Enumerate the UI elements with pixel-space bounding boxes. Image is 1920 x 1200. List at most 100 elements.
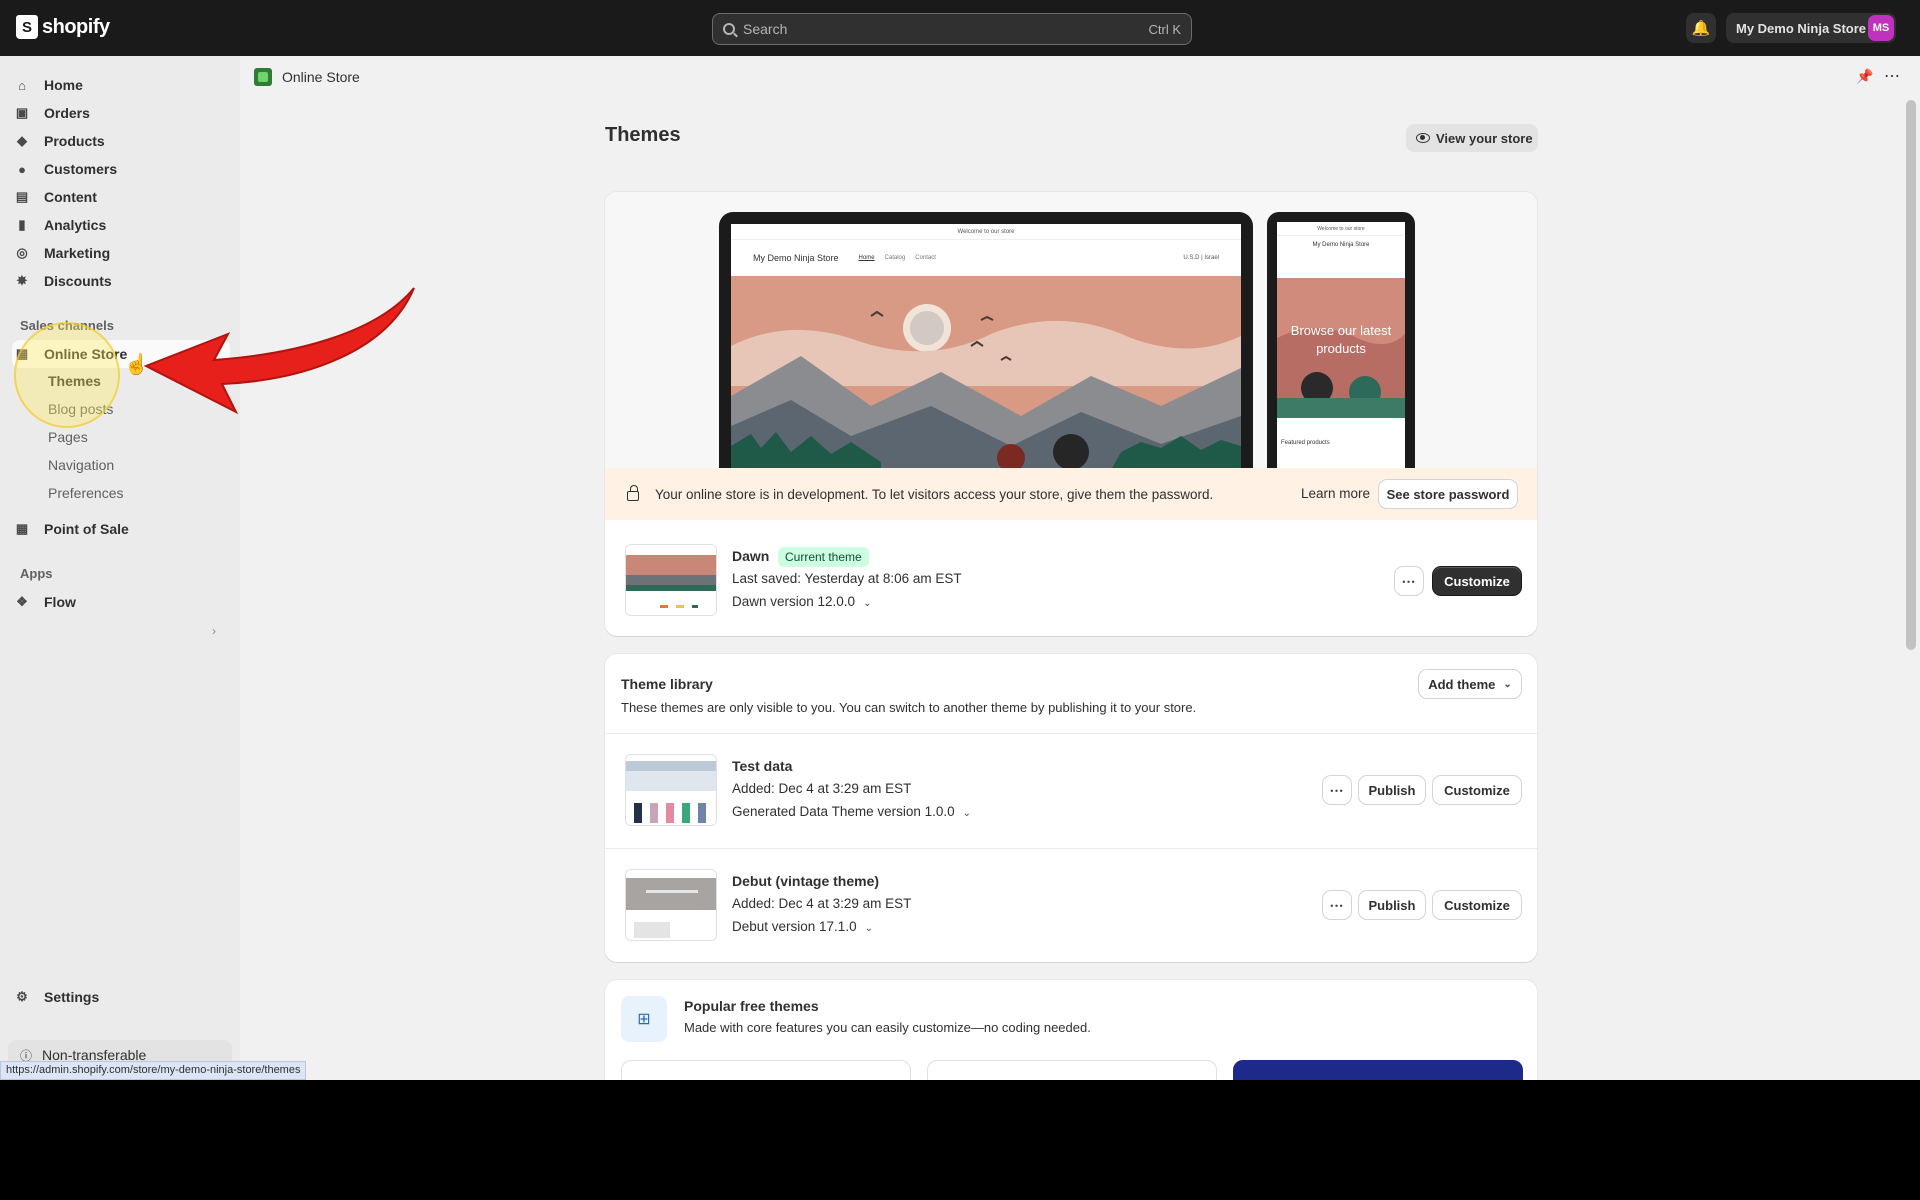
home-icon: ⌂ xyxy=(18,77,26,93)
sidebar-item-flow[interactable]: ❖ Flow xyxy=(14,589,224,615)
test-data-version-toggle[interactable]: Generated Data Theme version 1.0.0 ⌄ xyxy=(732,804,971,819)
theme-library-description: These themes are only visible to you. Yo… xyxy=(621,700,1197,715)
sidebar-item-label: Marketing xyxy=(44,245,111,261)
target-icon: ◎ xyxy=(16,245,28,260)
search-shortcut: Ctrl K xyxy=(1148,21,1182,37)
divider xyxy=(605,848,1537,849)
preview-link: Home xyxy=(858,255,875,261)
chevron-down-icon: ⌄ xyxy=(863,598,872,609)
view-store-button[interactable]: View your store xyxy=(1406,124,1538,152)
current-theme-version-toggle[interactable]: Dawn version 12.0.0 ⌄ xyxy=(732,594,871,609)
sidebar-item-content[interactable]: ▤ Content xyxy=(14,184,224,210)
sidebar-item-label: Flow xyxy=(44,594,76,610)
test-data-thumbnail[interactable] xyxy=(625,754,717,826)
learn-more-link[interactable]: Learn more xyxy=(1301,486,1370,501)
more-actions-icon[interactable]: ⋯ xyxy=(1884,66,1901,86)
red-arrow-annotation xyxy=(143,287,415,415)
popular-themes-title: Popular free themes xyxy=(684,998,819,1014)
phone-hero-image: Browse our latest products xyxy=(1277,278,1405,418)
sidebar-item-products[interactable]: ◆ Products xyxy=(14,128,224,154)
sidebar-item-settings[interactable]: ⚙ Settings xyxy=(14,984,224,1010)
debut-thumbnail[interactable] xyxy=(625,869,717,941)
see-store-password-button[interactable]: See store password xyxy=(1379,480,1517,508)
chevron-down-icon: ⌄ xyxy=(864,923,873,934)
online-store-icon xyxy=(254,68,272,86)
preview-currency: U.S.D | Israel xyxy=(1183,255,1219,261)
preview-link: Contact xyxy=(915,255,936,261)
test-data-more-button[interactable]: ⋯ xyxy=(1323,776,1351,804)
content-icon: ▤ xyxy=(15,189,29,204)
sidebar-sub-pages[interactable]: Pages xyxy=(48,426,88,448)
breadcrumb: Online Store xyxy=(240,56,1920,98)
page-title: Themes xyxy=(605,124,681,146)
sidebar-item-marketing[interactable]: ◎ Marketing xyxy=(14,240,224,266)
debut-customize-button[interactable]: Customize xyxy=(1433,891,1521,919)
phone-featured-label: Featured products xyxy=(1281,440,1330,446)
laptop-screen: Welcome to our store My Demo Ninja Store… xyxy=(731,224,1241,470)
top-bar: shopify Search Ctrl K 🔔 My Demo Ninja St… xyxy=(0,0,1920,56)
person-icon: ● xyxy=(18,161,26,177)
status-bar-url: https://admin.shopify.com/store/my-demo-… xyxy=(0,1061,307,1080)
laptop-preview: Welcome to our store My Demo Ninja Store… xyxy=(719,212,1253,470)
view-store-label: View your store xyxy=(1436,130,1533,146)
test-data-publish-button[interactable]: Publish xyxy=(1359,776,1425,804)
add-theme-button[interactable]: Add theme ⌄ xyxy=(1419,670,1521,698)
sidebar-item-point-of-sale[interactable]: ▦ Point of Sale xyxy=(14,516,224,542)
chevron-right-icon[interactable]: › xyxy=(212,624,216,638)
sidebar-item-label: Analytics xyxy=(44,217,107,233)
bar-chart-icon: ▮ xyxy=(18,217,26,232)
dawn-thumbnail-image xyxy=(626,545,716,615)
scrollbar-thumb[interactable] xyxy=(1906,100,1916,650)
popular-themes-subtitle: Made with core features you can easily c… xyxy=(684,1020,1091,1035)
sidebar-item-label: Orders xyxy=(44,105,90,121)
theme-preview[interactable]: Welcome to our store My Demo Ninja Store… xyxy=(605,192,1537,470)
preview-hero-image xyxy=(731,276,1241,470)
current-theme-customize-button[interactable]: Customize xyxy=(1433,567,1521,595)
debut-publish-button[interactable]: Publish xyxy=(1359,891,1425,919)
discount-icon: ✸ xyxy=(16,273,28,288)
search-icon xyxy=(723,23,735,35)
add-theme-label: Add theme xyxy=(1428,676,1496,692)
preview-store-name: My Demo Ninja Store xyxy=(753,253,839,263)
app-window: shopify Search Ctrl K 🔔 My Demo Ninja St… xyxy=(0,0,1920,1080)
popular-theme-preview[interactable] xyxy=(1233,1060,1523,1080)
sidebar-item-analytics[interactable]: ▮ Analytics xyxy=(14,212,224,238)
apps-label[interactable]: Apps xyxy=(20,566,53,581)
sidebar-sub-navigation[interactable]: Navigation xyxy=(48,454,114,476)
hero-landscape xyxy=(731,276,1241,470)
test-data-name: Test data xyxy=(732,758,793,774)
popular-theme-preview[interactable] xyxy=(621,1060,911,1080)
search-input[interactable]: Search Ctrl K xyxy=(712,13,1192,45)
tag-icon: ◆ xyxy=(17,133,27,148)
debut-more-button[interactable]: ⋯ xyxy=(1323,891,1351,919)
lock-icon xyxy=(627,485,639,501)
sidebar-item-customers[interactable]: ● Customers xyxy=(14,156,224,182)
shopify-logo[interactable]: shopify xyxy=(16,15,110,39)
debut-version-toggle[interactable]: Debut version 17.1.0 ⌄ xyxy=(732,919,873,934)
current-theme-card: Welcome to our store My Demo Ninja Store… xyxy=(605,192,1537,636)
phone-announcement: Welcome to our store xyxy=(1277,222,1405,236)
debut-version: Debut version 17.1.0 xyxy=(732,919,857,934)
sidebar-sub-preferences[interactable]: Preferences xyxy=(48,482,123,504)
pin-icon[interactable]: 📌 xyxy=(1856,68,1873,85)
notifications-button[interactable]: 🔔 xyxy=(1686,13,1716,43)
popular-theme-preview[interactable] xyxy=(927,1060,1217,1080)
phone-screen: Welcome to our store My Demo Ninja Store… xyxy=(1277,222,1405,470)
current-theme-more-button[interactable]: ⋯ xyxy=(1395,567,1423,595)
dawn-thumbnail[interactable] xyxy=(625,544,717,616)
sidebar-item-label: Products xyxy=(44,133,105,149)
test-data-thumbnail-image xyxy=(626,755,716,825)
sidebar: ⌂ Home ▣ Orders ◆ Products ● Customers ▤… xyxy=(0,56,240,1080)
sidebar-item-label: Settings xyxy=(44,989,100,1005)
logo-text: shopify xyxy=(42,15,110,38)
sidebar-item-label: Point of Sale xyxy=(44,521,129,537)
sidebar-item-home[interactable]: ⌂ Home xyxy=(14,72,224,98)
development-message: Your online store is in development. To … xyxy=(655,486,1214,502)
sidebar-item-orders[interactable]: ▣ Orders xyxy=(14,100,224,126)
gear-icon: ⚙ xyxy=(16,989,28,1004)
breadcrumb-label[interactable]: Online Store xyxy=(282,69,360,85)
test-data-customize-button[interactable]: Customize xyxy=(1433,776,1521,804)
store-menu-button[interactable]: My Demo Ninja Store MS xyxy=(1726,13,1896,43)
store-name: My Demo Ninja Store xyxy=(1736,20,1867,36)
test-data-added: Added: Dec 4 at 3:29 am EST xyxy=(732,781,912,796)
